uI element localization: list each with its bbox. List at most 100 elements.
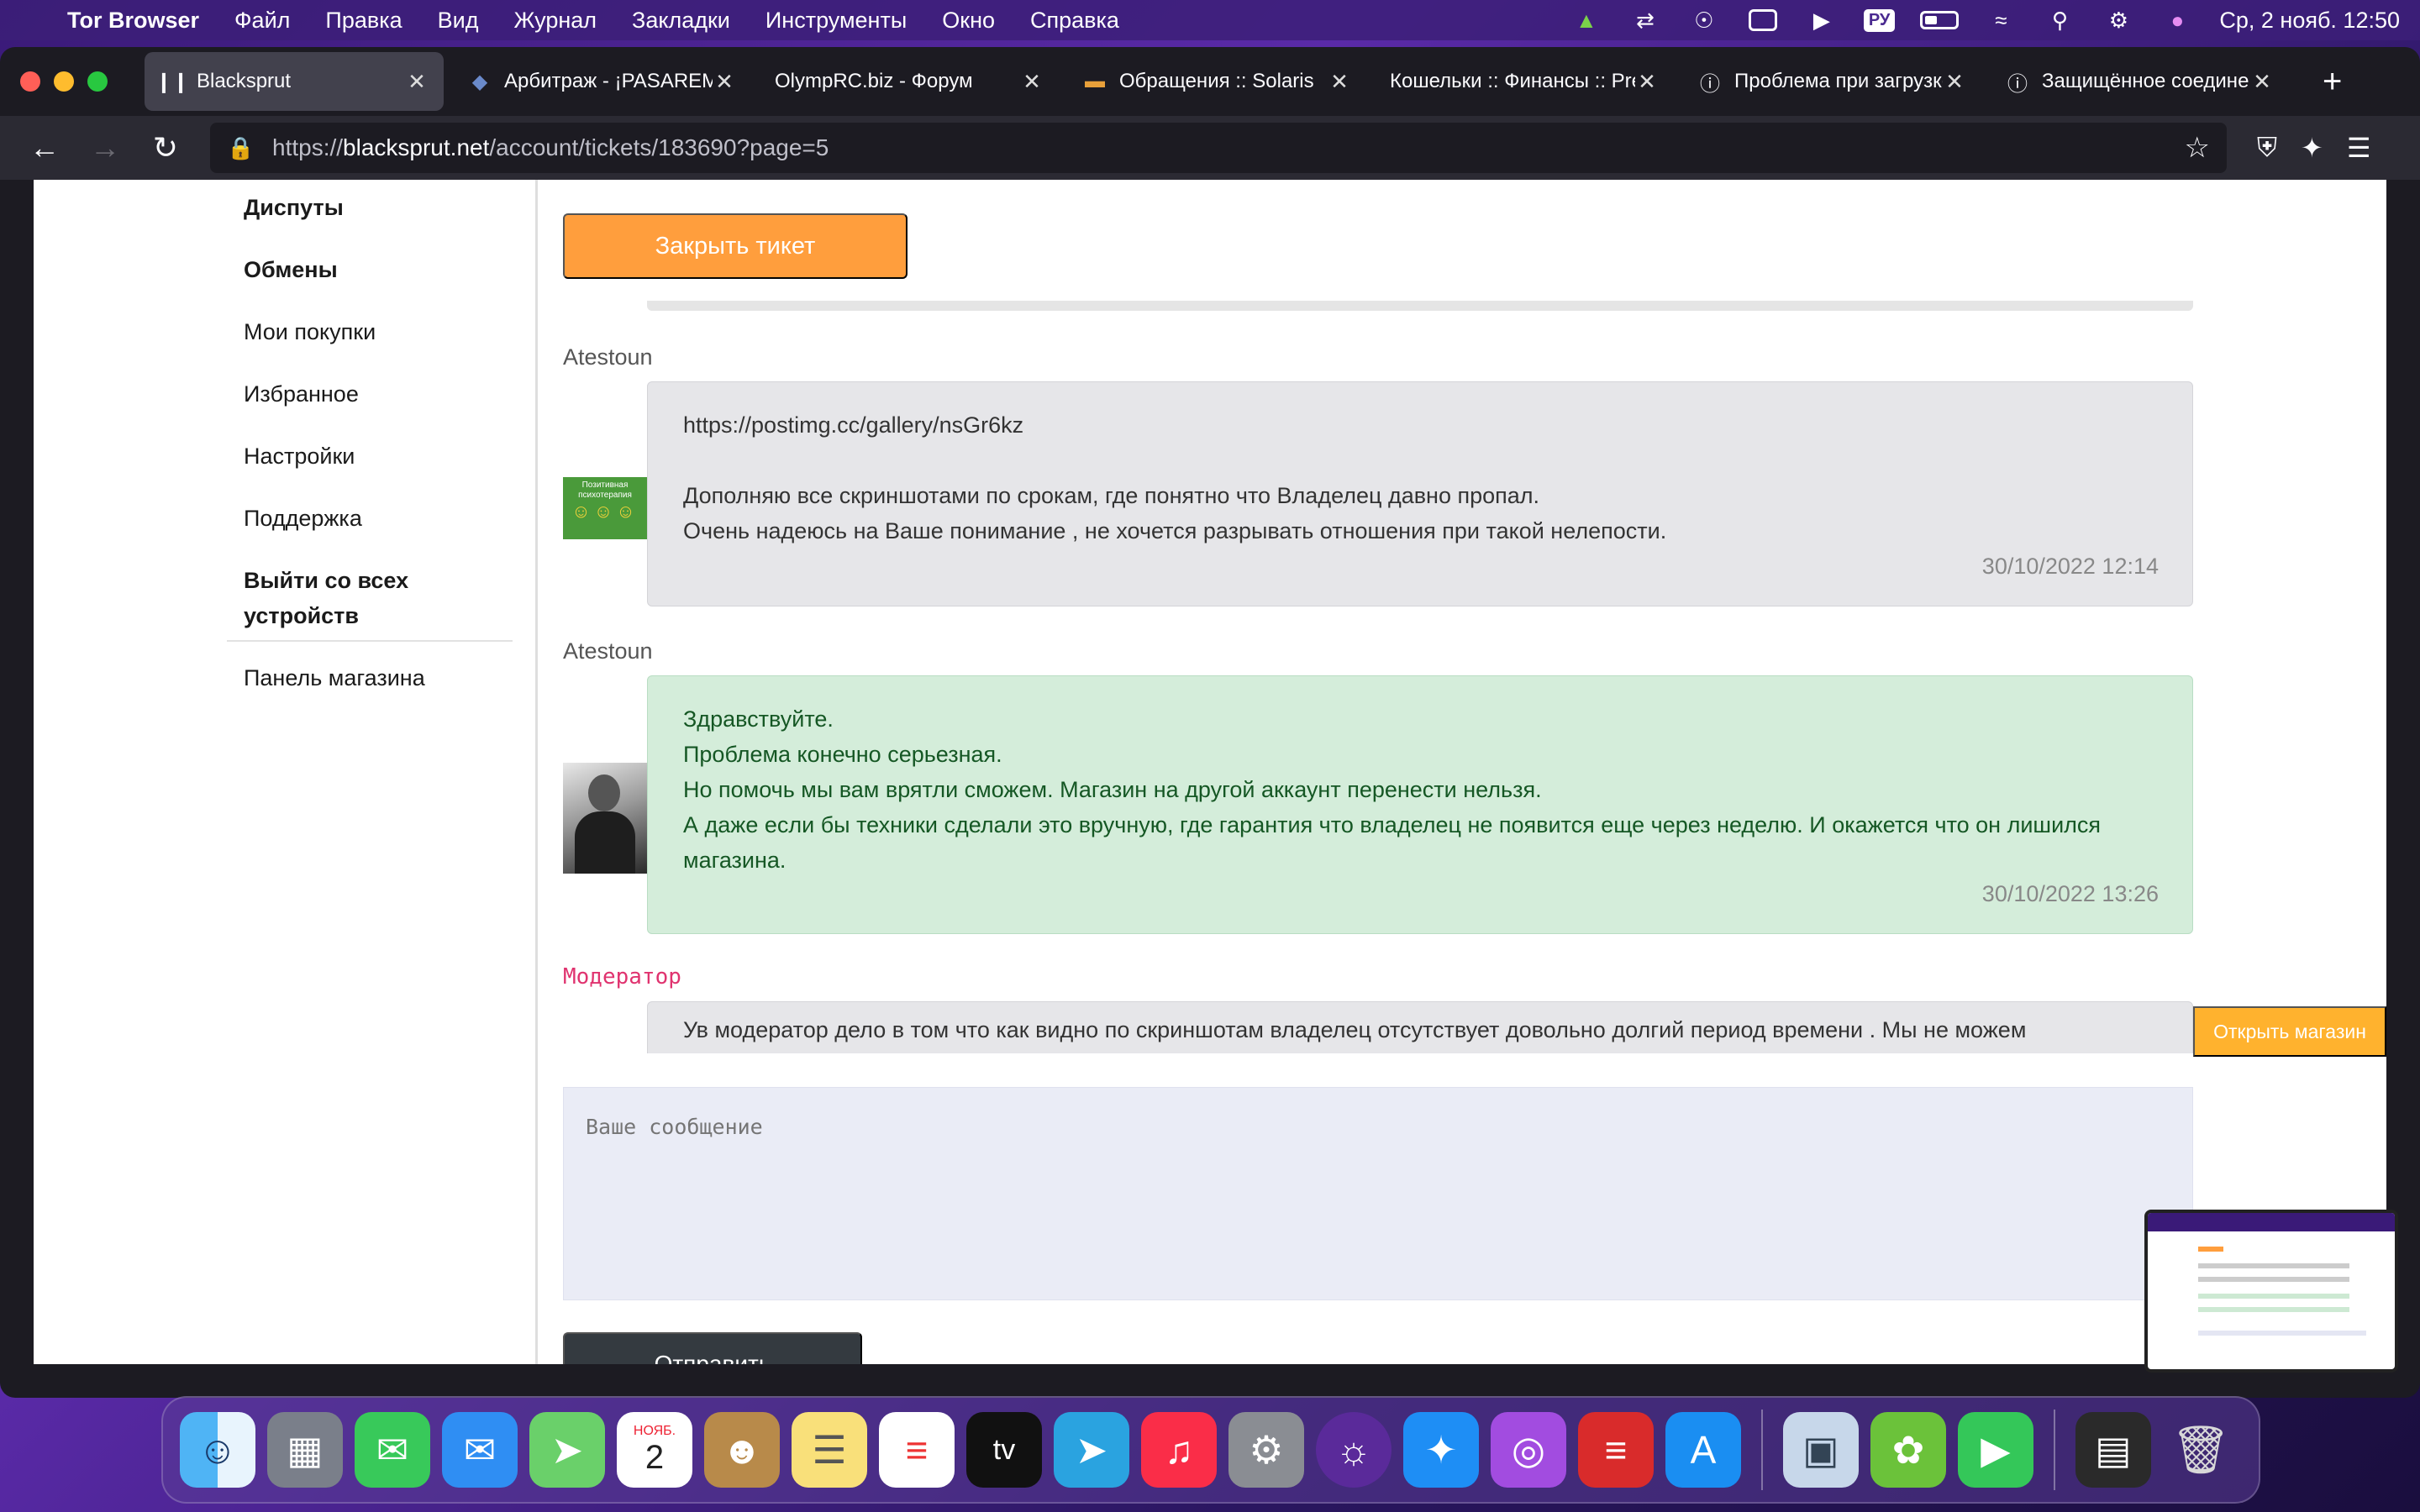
reload-icon[interactable]: ↻	[141, 123, 190, 172]
screenshot-thumbnail[interactable]	[2144, 1210, 2398, 1373]
facetime-icon[interactable]: ▶	[1958, 1412, 2033, 1488]
tab-arbitrage[interactable]: ◆ Арбитраж - ¡PASAREMOS! ✕	[452, 52, 751, 111]
message-bubble: Ув модератор дело в том что как видно по…	[647, 1001, 2193, 1053]
siri-icon[interactable]: ●	[2160, 7, 2194, 34]
tab-title: Blacksprut	[197, 70, 292, 92]
leaf-vpn-icon[interactable]: ✿	[1870, 1412, 1946, 1488]
wifi-icon[interactable]: ≈	[1984, 7, 2018, 34]
tor-circuit-icon[interactable]: ✦	[2301, 132, 2323, 164]
sidebar-item-support[interactable]: Поддержка	[244, 501, 362, 536]
notes-icon[interactable]: ☰	[792, 1412, 867, 1488]
spotlight-search-icon[interactable]: ⚲	[2043, 7, 2076, 34]
finder-icon[interactable]: ☺	[180, 1412, 255, 1488]
url-bar[interactable]: 🔒 https://blacksprut.net/account/tickets…	[210, 123, 2227, 173]
control-center-icon[interactable]: ⚙	[2102, 7, 2135, 34]
thumbnail-line	[2198, 1307, 2349, 1312]
input-language-badge[interactable]: РУ	[1863, 8, 1896, 32]
apple-tv-icon[interactable]: tv	[966, 1412, 1042, 1488]
minimize-window-button[interactable]	[54, 71, 74, 92]
telegram-icon[interactable]: ➤	[1054, 1412, 1129, 1488]
tv-label: tv	[992, 1433, 1016, 1466]
menu-tools[interactable]: Инструменты	[765, 8, 907, 34]
sidebar-item-exchanges[interactable]: Обмены	[244, 252, 338, 287]
lock-icon[interactable]: 🔒	[227, 135, 254, 161]
close-tab-icon[interactable]: ✕	[1328, 69, 1351, 95]
sync-icon[interactable]: ⇄	[1628, 7, 1662, 34]
tab-secure-connection[interactable]: ⓘ Защищённое соединение ✕	[1990, 52, 2289, 111]
tab-load-problem[interactable]: ⓘ Проблема при загрузке ✕	[1682, 52, 1981, 111]
close-tab-icon[interactable]: ✕	[1943, 69, 1966, 95]
messages-icon[interactable]: ✉	[355, 1412, 430, 1488]
hamburger-menu-icon[interactable]: ☰	[2347, 132, 2371, 164]
system-settings-icon[interactable]: ⚙	[1228, 1412, 1304, 1488]
previous-message-edge	[647, 301, 2193, 311]
contacts-icon[interactable]: ☻	[704, 1412, 780, 1488]
url-path: /account/tickets/183690?page=5	[489, 134, 829, 160]
tab-blacksprut[interactable]: ❙❙ Blacksprut ✕	[145, 52, 444, 111]
launchpad-icon[interactable]: ▦	[267, 1412, 343, 1488]
safari-icon[interactable]: ✦	[1403, 1412, 1479, 1488]
forward-arrow-icon[interactable]: →	[81, 123, 129, 172]
leaf-shield-icon[interactable]: ▲	[1570, 7, 1603, 34]
message-line	[683, 443, 2157, 478]
mail-icon[interactable]: ✉	[442, 1412, 518, 1488]
close-tab-icon[interactable]: ✕	[713, 69, 736, 95]
tab-olymprc[interactable]: OlympRC.biz - Форум ✕	[760, 52, 1059, 111]
new-tab-button[interactable]: +	[2323, 63, 2342, 101]
maps-icon[interactable]: ➤	[529, 1412, 605, 1488]
macos-dock: ☺ ▦ ✉ ✉ ➤ НОЯБ. 2 ☻ ☰ ≡ tv ➤ ♫ ⚙ ☼ ✦ ◎ ≡…	[161, 1396, 2260, 1504]
music-icon[interactable]: ♫	[1141, 1412, 1217, 1488]
memory-icon[interactable]	[1746, 7, 1780, 34]
sidebar-item-settings[interactable]: Настройки	[244, 438, 355, 474]
open-shop-button[interactable]: Открыть магазин	[2193, 1006, 2386, 1057]
close-tab-icon[interactable]: ✕	[2250, 69, 2274, 95]
close-window-button[interactable]	[20, 71, 40, 92]
menubar-clock[interactable]: Ср, 2 нояб. 12:50	[2219, 8, 2400, 34]
menu-app-name[interactable]: Tor Browser	[67, 8, 199, 34]
menu-window[interactable]: Окно	[942, 8, 995, 34]
app-store-icon[interactable]: A	[1665, 1412, 1741, 1488]
tor-browser-icon[interactable]: ☼	[1316, 1412, 1392, 1488]
message-line: Но помочь мы вам врятли сможем. Магазин …	[683, 777, 1542, 802]
sidebar-item-logout-all[interactable]: Выйти со всех устройств	[244, 563, 408, 633]
zoom-window-button[interactable]	[87, 71, 108, 92]
url-scheme: https://	[272, 134, 344, 160]
shield-icon[interactable]: ⛨	[2257, 132, 2277, 164]
reminders-icon[interactable]: ≡	[879, 1412, 955, 1488]
menu-edit[interactable]: Правка	[325, 8, 402, 34]
close-ticket-button[interactable]: Закрыть тикет	[563, 213, 908, 279]
bookmark-star-icon[interactable]: ☆	[2185, 131, 2210, 165]
accessibility-icon[interactable]: ☉	[1687, 7, 1721, 34]
close-tab-icon[interactable]: ✕	[405, 69, 429, 95]
calendar-icon[interactable]: НОЯБ. 2	[617, 1412, 692, 1488]
back-arrow-icon[interactable]: ←	[20, 123, 69, 172]
menu-history[interactable]: Журнал	[514, 8, 597, 34]
sidebar-item-disputes[interactable]: Диспуты	[244, 190, 344, 225]
menu-bookmarks[interactable]: Закладки	[632, 8, 730, 34]
sidebar-item-shop-panel[interactable]: Панель магазина	[244, 660, 425, 696]
send-message-button[interactable]: Отправить	[563, 1332, 862, 1364]
menu-view[interactable]: Вид	[438, 8, 479, 34]
podcasts-icon[interactable]: ◎	[1491, 1412, 1566, 1488]
tab-solaris[interactable]: ▬ Обращения :: Solaris ✕	[1067, 52, 1366, 111]
close-tab-icon[interactable]: ✕	[1020, 69, 1044, 95]
sidebar-item-purchases[interactable]: Мои покупки	[244, 314, 376, 349]
menu-file[interactable]: Файл	[234, 8, 290, 34]
expressvpn-icon[interactable]: ≡	[1578, 1412, 1654, 1488]
sidebar-item-favorites[interactable]: Избранное	[244, 376, 359, 412]
info-icon: ⓘ	[2007, 72, 2028, 96]
menu-help[interactable]: Справка	[1030, 8, 1119, 34]
play-icon[interactable]: ▶	[1805, 7, 1839, 34]
blacksprut-icon: ❙❙	[155, 70, 190, 93]
message-input[interactable]	[563, 1087, 2193, 1300]
battery-icon[interactable]	[1920, 11, 1960, 29]
message-line: Дополняю все скриншотами по срокам, где …	[683, 483, 1540, 508]
message-line: магазина.	[683, 848, 786, 873]
trash-icon[interactable]: 🗑	[2163, 1412, 2238, 1488]
preview-icon[interactable]: ▣	[1783, 1412, 1859, 1488]
recent-document-icon[interactable]: ▤	[2075, 1412, 2151, 1488]
tab-wallets[interactable]: Кошельки :: Финансы :: Pre ✕	[1375, 52, 1674, 111]
thumbnail-line	[2198, 1277, 2349, 1282]
message-line[interactable]: https://postimg.cc/gallery/nsGr6kz	[683, 407, 2157, 443]
close-tab-icon[interactable]: ✕	[1635, 69, 1659, 95]
